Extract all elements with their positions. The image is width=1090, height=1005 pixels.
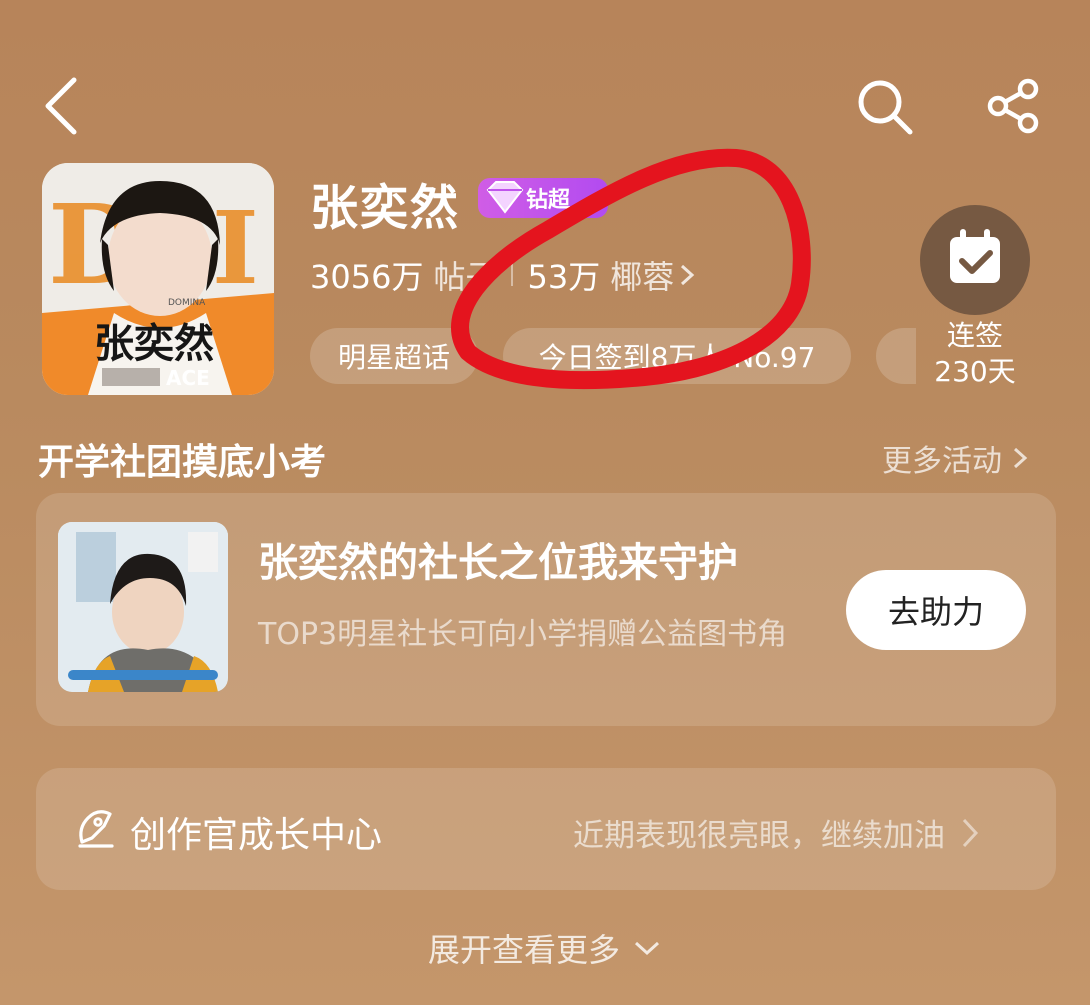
creator-pen-icon: [78, 810, 114, 848]
avatar-image: D I 张奕然 ACE DOMINA: [42, 163, 274, 395]
back-arrow-icon: [45, 77, 77, 135]
expand-more-button[interactable]: 展开查看更多: [0, 925, 1090, 971]
stats-divider: [511, 264, 514, 286]
svg-text:I: I: [212, 189, 259, 307]
help-button[interactable]: 去助力: [846, 570, 1026, 650]
avatar-name-text: 张奕然: [94, 321, 214, 367]
share-button[interactable]: [982, 74, 1046, 138]
checkin-button[interactable]: [920, 205, 1030, 315]
chevron-right-icon: [681, 264, 695, 286]
creator-center-description: 近期表现很亮眼，继续加油: [573, 818, 945, 854]
level-badge[interactable]: 钻超: [478, 178, 608, 218]
posts-count: 3056万: [310, 258, 424, 296]
more-activities-link[interactable]: 更多活动: [882, 436, 1030, 480]
activity-description: TOP3明星社长可向小学捐赠公益图书角: [258, 617, 788, 652]
avatar-domina-text: DOMINA: [168, 298, 206, 308]
chevron-right-icon: [962, 818, 979, 847]
chevron-down-icon: [634, 941, 660, 956]
back-button[interactable]: [36, 74, 84, 138]
section-title: 开学社团摸底小考: [38, 442, 327, 483]
topic-avatar[interactable]: D I 张奕然 ACE DOMINA: [42, 163, 274, 395]
fans-label[interactable]: 椰蓉: [610, 252, 674, 298]
more-activities-label: 更多活动: [882, 444, 1002, 479]
checkin-streak: 连签 230天: [905, 318, 1045, 390]
avatar-ace-text: ACE: [166, 366, 210, 390]
posts-label: 帖子: [433, 258, 498, 296]
activity-thumbnail: [58, 522, 228, 692]
activity-thumbnail-image: [58, 522, 228, 692]
diamond-icon: [486, 181, 524, 214]
creator-center-label: 创作官成长中心: [130, 815, 383, 856]
chip-today-checkin[interactable]: 今日签到8万人 No.97: [503, 328, 851, 384]
share-icon: [987, 78, 1039, 134]
search-button[interactable]: [852, 74, 916, 138]
topic-title: 张奕然: [310, 180, 461, 236]
chevron-right-icon: [1013, 447, 1028, 469]
fans-count[interactable]: 53万: [527, 252, 600, 298]
checkin-label: 连签: [946, 319, 1003, 352]
chip-celebrity-topic[interactable]: 明星超话: [310, 328, 478, 384]
search-icon: [858, 80, 913, 135]
topic-stats: 3056万 帖子 53万 椰蓉: [310, 252, 696, 298]
checkin-days: 230天: [934, 355, 1016, 388]
creator-center-status: 近期表现很亮眼，继续加油: [573, 810, 981, 855]
activity-title: 张奕然的社长之位我来守护: [258, 540, 738, 586]
level-badge-label: 钻超: [526, 188, 571, 213]
expand-label: 展开查看更多: [427, 931, 620, 969]
calendar-check-icon: [950, 229, 1000, 283]
